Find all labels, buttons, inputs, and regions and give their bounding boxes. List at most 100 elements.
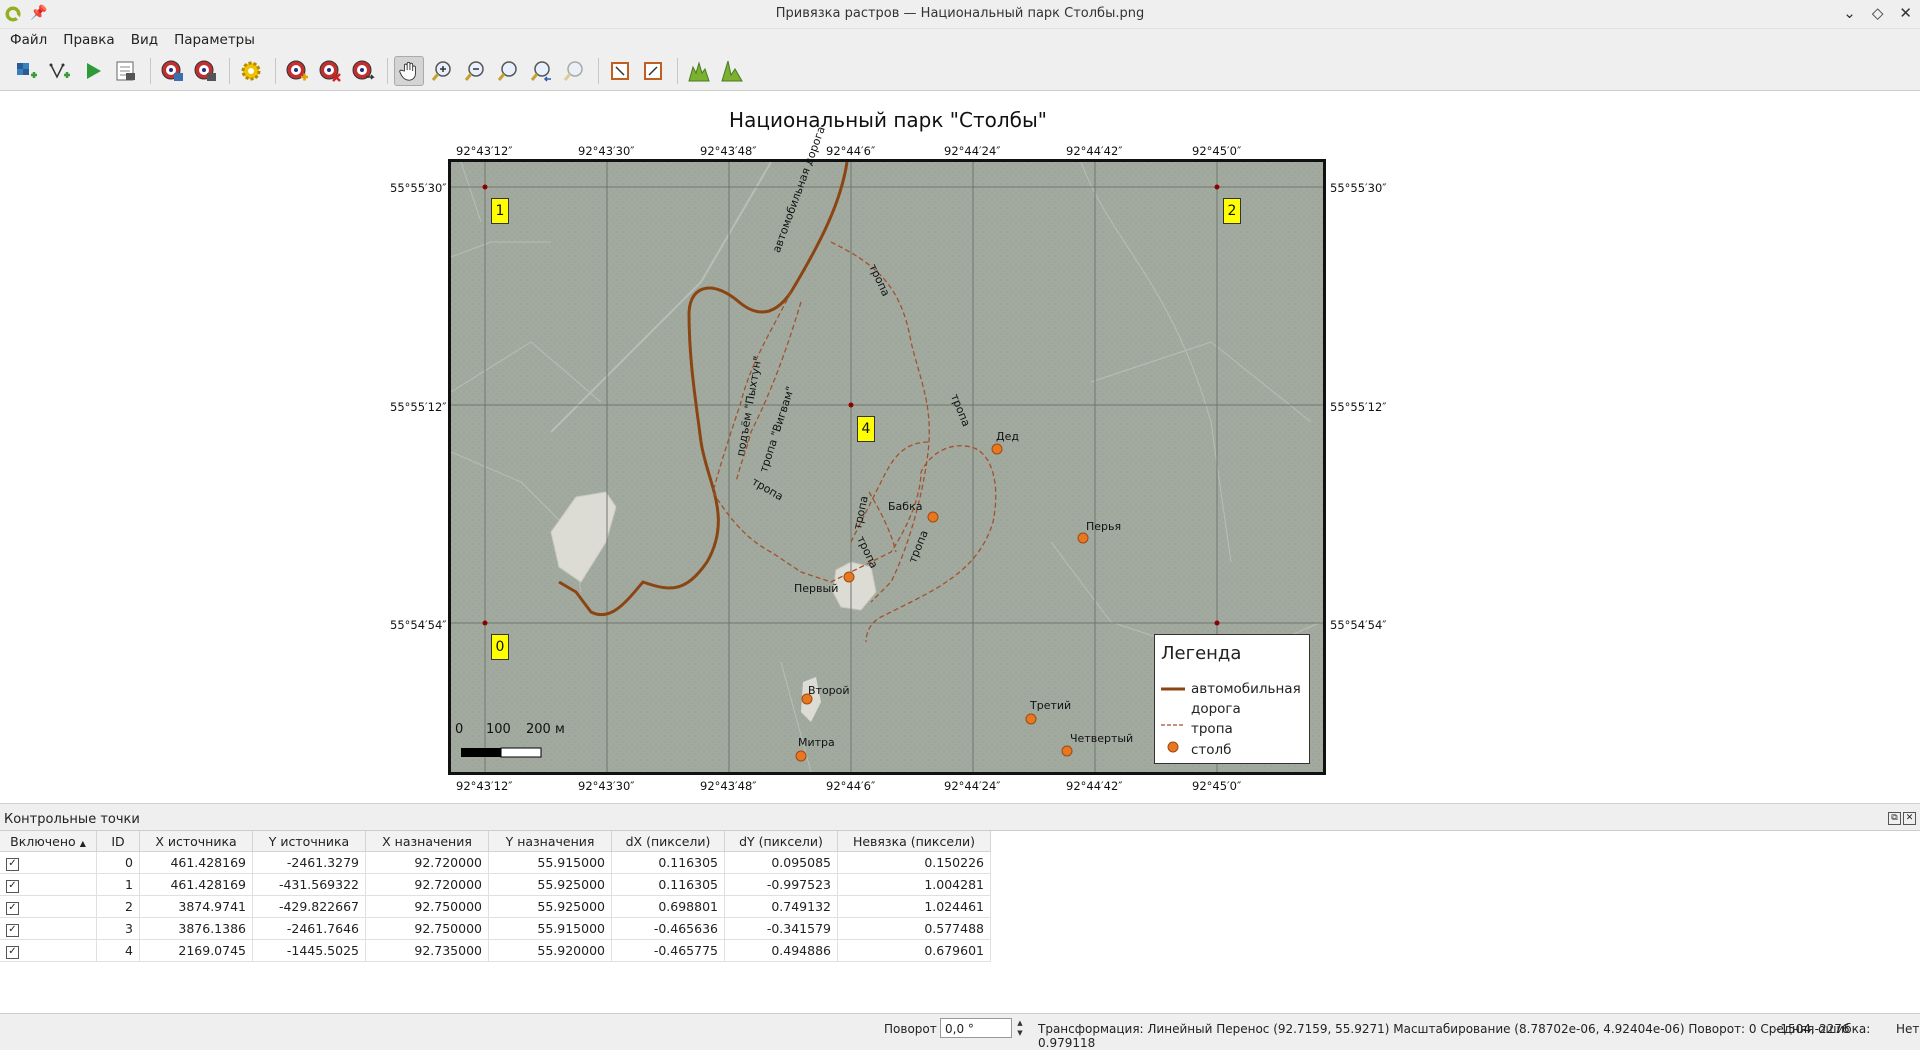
- cell: 2: [96, 895, 140, 918]
- coord-bottom: 92°43′30″: [578, 779, 635, 793]
- delete-point-icon[interactable]: [315, 56, 345, 86]
- enabled-checkbox[interactable]: ✓: [6, 858, 19, 871]
- cell: 55.915000: [488, 917, 612, 940]
- cell: -0.997523: [724, 873, 838, 896]
- table-row[interactable]: ✓ 3 3876.1386 -2461.7646 92.750000 55.91…: [0, 917, 991, 940]
- table-row[interactable]: ✓ 1 461.428169 -431.569322 92.720000 55.…: [0, 873, 991, 896]
- add-point-icon[interactable]: [282, 56, 312, 86]
- window-title: Привязка растров — Национальный парк Сто…: [775, 6, 1145, 21]
- start-georeferencing-icon[interactable]: [45, 56, 75, 86]
- open-raster-icon[interactable]: [12, 56, 42, 86]
- enabled-checkbox[interactable]: ✓: [6, 924, 19, 937]
- pan-icon[interactable]: [394, 56, 424, 86]
- cell: 55.915000: [488, 851, 612, 874]
- close-panel-icon[interactable]: ✕: [1903, 812, 1916, 825]
- cell: 461.428169: [139, 873, 253, 896]
- col-x-source[interactable]: X источника: [139, 831, 253, 852]
- cell: 92.720000: [365, 873, 489, 896]
- menu-edit[interactable]: Правка: [63, 32, 114, 48]
- cell: 55.925000: [488, 873, 612, 896]
- col-residual[interactable]: Невязка (пиксели): [837, 831, 991, 852]
- coord-top: 92°43′12″: [456, 144, 513, 158]
- cell: 0.494886: [724, 939, 838, 962]
- local-histogram-stretch-icon[interactable]: [684, 56, 714, 86]
- col-y-dest[interactable]: Y назначения: [488, 831, 612, 852]
- zoom-out-icon[interactable]: [460, 56, 490, 86]
- col-y-source[interactable]: Y источника: [252, 831, 366, 852]
- coord-bottom: 92°43′48″: [700, 779, 757, 793]
- run-icon[interactable]: [78, 56, 108, 86]
- minimize-icon[interactable]: ⌄: [1843, 4, 1856, 22]
- table-row[interactable]: ✓ 4 2169.0745 -1445.5025 92.735000 55.92…: [0, 939, 991, 962]
- menu-file[interactable]: Файл: [10, 32, 47, 48]
- gcp-label[interactable]: 1: [491, 198, 509, 224]
- scale-zero: 0: [455, 722, 464, 737]
- cell: 2169.0745: [139, 939, 253, 962]
- zoom-last-icon[interactable]: [526, 56, 556, 86]
- enabled-checkbox[interactable]: ✓: [6, 946, 19, 959]
- zoom-next-icon[interactable]: [559, 56, 589, 86]
- col-dx[interactable]: dX (пиксели): [611, 831, 725, 852]
- gcp-label[interactable]: 0: [491, 634, 509, 660]
- map-legend: Легенда автомобильная дорога тропа столб: [1154, 634, 1310, 764]
- save-gcp-points-icon[interactable]: [190, 56, 220, 86]
- cell: 92.750000: [365, 917, 489, 940]
- gcp-label[interactable]: 2: [1223, 198, 1241, 224]
- place-label: Третий: [1030, 699, 1072, 712]
- coord-top: 92°44′42″: [1066, 144, 1123, 158]
- place-label: Митра: [798, 736, 835, 749]
- coord-top: 92°45′0″: [1192, 144, 1242, 158]
- gcp-label[interactable]: 4: [857, 416, 875, 442]
- cell: 0.679601: [837, 939, 991, 962]
- cell: 4: [96, 939, 140, 962]
- zoom-in-icon[interactable]: [427, 56, 457, 86]
- move-gcp-icon[interactable]: [348, 56, 378, 86]
- cell: -0.465775: [611, 939, 725, 962]
- col-dy[interactable]: dY (пиксели): [724, 831, 838, 852]
- close-icon[interactable]: ✕: [1899, 4, 1912, 22]
- place-label: Перья: [1086, 520, 1122, 533]
- place-label: Первый: [794, 582, 839, 595]
- crs-indicator[interactable]: Нет: [1896, 1022, 1919, 1036]
- enabled-checkbox[interactable]: ✓: [6, 880, 19, 893]
- menu-settings[interactable]: Параметры: [174, 32, 255, 48]
- transformation-settings-icon[interactable]: [236, 56, 266, 86]
- generate-gdal-script-icon[interactable]: [111, 56, 141, 86]
- link-georeferencer-to-qgis-icon[interactable]: [605, 56, 635, 86]
- coord-bottom: 92°45′0″: [1192, 779, 1242, 793]
- cell: 0.577488: [837, 917, 991, 940]
- cell: 92.750000: [365, 895, 489, 918]
- toolbar: [0, 54, 1920, 88]
- full-histogram-stretch-icon[interactable]: [717, 56, 747, 86]
- coord-right: 55°54′54″: [1330, 618, 1387, 632]
- maximize-icon[interactable]: ◇: [1872, 4, 1884, 22]
- col-x-dest[interactable]: X назначения: [365, 831, 489, 852]
- gcp-panel-header: Контрольные точки ⧉ ✕: [0, 810, 1920, 830]
- enabled-checkbox[interactable]: ✓: [6, 902, 19, 915]
- table-row[interactable]: ✓ 0 461.428169 -2461.3279 92.720000 55.9…: [0, 851, 991, 874]
- cell: 55.920000: [488, 939, 612, 962]
- place-label: Второй: [808, 684, 850, 697]
- cell: 3: [96, 917, 140, 940]
- zoom-to-layer-icon[interactable]: [493, 56, 523, 86]
- cell: -0.465636: [611, 917, 725, 940]
- scale-100: 100: [486, 722, 511, 737]
- cell: 1.004281: [837, 873, 991, 896]
- link-qgis-to-georeferencer-icon[interactable]: [638, 56, 668, 86]
- coord-left: 55°54′54″: [390, 618, 447, 632]
- rotation-input[interactable]: 0,0 °: [940, 1018, 1012, 1038]
- rotation-spinner[interactable]: ▲ ▼: [1014, 1018, 1026, 1038]
- cell: 0: [96, 851, 140, 874]
- menu-view[interactable]: Вид: [131, 32, 158, 48]
- load-gcp-points-icon[interactable]: [157, 56, 187, 86]
- coord-bottom: 92°44′24″: [944, 779, 1001, 793]
- coord-top: 92°43′30″: [578, 144, 635, 158]
- float-panel-icon[interactable]: ⧉: [1888, 812, 1901, 825]
- col-enabled[interactable]: Включено ▲: [0, 831, 97, 852]
- cell: -2461.3279: [252, 851, 366, 874]
- cell: -429.822667: [252, 895, 366, 918]
- coord-left: 55°55′30″: [390, 181, 447, 195]
- col-id[interactable]: ID: [96, 831, 140, 852]
- table-row[interactable]: ✓ 2 3874.9741 -429.822667 92.750000 55.9…: [0, 895, 991, 918]
- coord-left: 55°55′12″: [390, 400, 447, 414]
